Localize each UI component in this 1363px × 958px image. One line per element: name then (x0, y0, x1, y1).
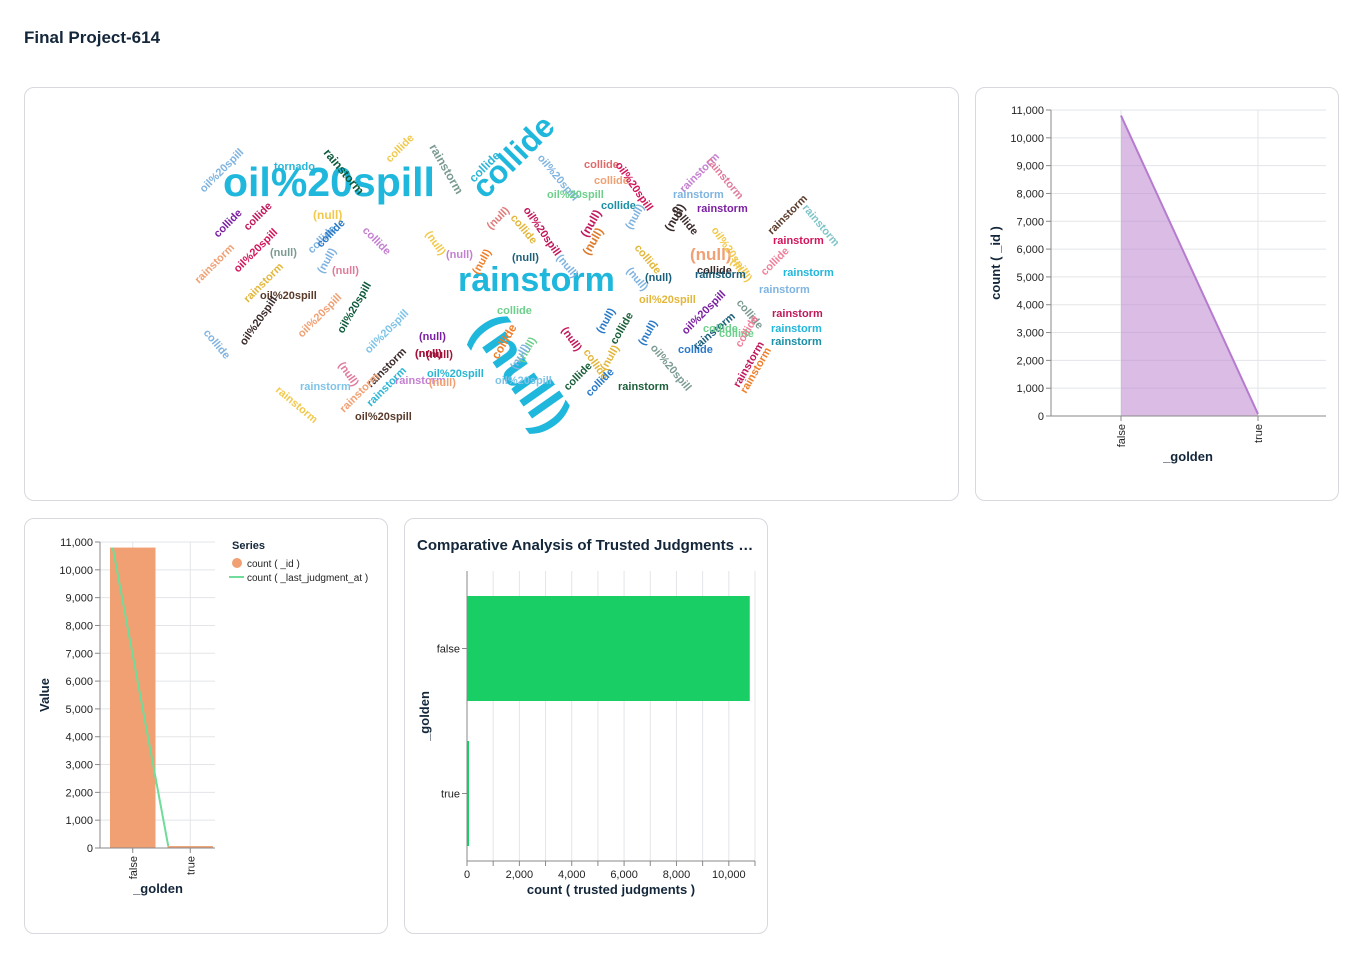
y-tick-label: 5,000 (1016, 272, 1044, 284)
y-tick-label: 7,000 (1016, 216, 1044, 228)
wordcloud-word: rainstorm (618, 381, 669, 393)
combo-chart-card[interactable]: 0 1,000 2,000 3,000 4,000 5,000 6,000 7,000 8,00… (24, 518, 388, 934)
y-tick-label: 8,000 (1016, 188, 1044, 200)
y-tick-label: 1,000 (1016, 383, 1044, 395)
wordcloud-word: rainstorm (695, 269, 746, 281)
wordcloud-word: (null) (559, 325, 584, 354)
y-tick-label: 2,000 (1016, 355, 1044, 367)
y-tick-label: 11,000 (1011, 105, 1044, 117)
wordcloud-word: rainstorm (766, 193, 811, 238)
wordcloud-word: oil%20spill (495, 375, 552, 387)
y-tick-label: 7,000 (65, 648, 93, 660)
y-tick-label: 6,000 (65, 676, 93, 688)
wordcloud-word: tornado (274, 161, 315, 173)
wordcloud-word: rainstorm (673, 189, 724, 201)
legend-title: Series (232, 540, 265, 552)
x-tick-label: 2,000 (506, 869, 534, 881)
y-tick-label: 11,000 (60, 537, 93, 549)
wordcloud-word: collide (201, 327, 233, 361)
legend-label: count ( _id ) (247, 559, 300, 570)
x-axis-label: _golden (1162, 449, 1213, 464)
legend-label: count ( _last_judgment_at ) (247, 573, 368, 584)
x-tick-label: 0 (464, 869, 470, 881)
wordcloud-word: (null) (270, 247, 297, 259)
y-tick-label: 9,000 (1016, 161, 1044, 173)
y-tick-label: 1,000 (65, 815, 93, 827)
y-tick-label: 4,000 (1016, 300, 1044, 312)
wordcloud-word: rainstorm (773, 235, 824, 247)
wordcloud-word: (null) (332, 265, 359, 277)
y-tick-label: 8,000 (65, 620, 93, 632)
wordcloud-word: (null) (446, 249, 473, 261)
wordcloud-word: oil%20spill (547, 189, 604, 201)
wordcloud-word: collide (212, 207, 245, 240)
wordcloud-word: (null) (512, 252, 539, 264)
wordcloud-word: rainstorm (759, 284, 810, 296)
wordcloud-word: collide (601, 200, 636, 212)
y-tick-label: 6,000 (1016, 244, 1044, 256)
page-title: Final Project-614 (24, 28, 161, 47)
legend-swatch-bar (232, 558, 242, 568)
y-tick-label: 3,000 (65, 760, 93, 772)
wordcloud-word: (null) (598, 343, 622, 373)
wordcloud-word: oil%20spill (238, 294, 280, 347)
y-tick-label: 0 (1038, 411, 1044, 423)
y-axis-label: Value (37, 678, 52, 712)
wordcloud-word: rainstorm (783, 267, 834, 279)
wordcloud-word: (null) (423, 229, 448, 258)
y-tick-label: 0 (87, 843, 93, 855)
wordcloud-word: collide (360, 225, 393, 258)
wordcloud-word: rainstorm (300, 381, 351, 393)
y-tick-label: 5,000 (65, 704, 93, 716)
area-chart-card[interactable]: 0 1,000 2,000 3,000 4,000 5,000 6,000 7,000 8,00… (975, 87, 1339, 501)
wordcloud-word: rainstorm (697, 203, 748, 215)
wordcloud-word: rainstorm (772, 308, 823, 320)
wordcloud-word: oil%20spill (355, 411, 412, 423)
wordcloud-word: rainstorm (193, 242, 238, 287)
wordcloud-word: collide (497, 305, 532, 317)
x-tick-label: 6,000 (610, 869, 638, 881)
x-tick-label: true (185, 856, 197, 875)
wordcloud-word: (null) (419, 331, 446, 343)
wordcloud-word: oil%20spill (363, 307, 412, 356)
wordcloud-word: (null) (429, 377, 456, 389)
area-chart: 0 1,000 2,000 3,000 4,000 5,000 6,000 7,000 8,00… (988, 105, 1326, 464)
combo-chart: 0 1,000 2,000 3,000 4,000 5,000 6,000 7,000 8,00… (37, 537, 368, 896)
x-tick-label: false (128, 856, 140, 879)
wordcloud-word: oil%20spill (639, 294, 696, 306)
y-tick-label: true (441, 789, 460, 801)
x-axis-label: _golden (132, 881, 183, 896)
wordcloud: oil%20spill(null)rainstormcollide(null)t… (193, 108, 842, 443)
x-tick-label: false (1116, 424, 1128, 447)
bar (467, 596, 750, 701)
wordcloud-word: (null) (426, 349, 453, 361)
wordcloud-word: oil%20spill (335, 280, 374, 335)
y-tick-label: false (437, 644, 460, 656)
wordcloud-word: collide (703, 323, 738, 335)
y-tick-label: 2,000 (65, 787, 93, 799)
wordcloud-word: rainstorm (771, 323, 822, 335)
y-tick-label: 9,000 (65, 593, 93, 605)
wordcloud-card[interactable]: oil%20spill (null) rainstorm collide (null) t… (24, 87, 959, 501)
y-tick-label: 4,000 (65, 732, 93, 744)
x-axis-label: count ( trusted judgments ) (527, 882, 695, 897)
horizontal-bar-chart: 0 2,000 4,000 6,000 8,000 10,000 false true coun… (417, 571, 756, 897)
x-tick-label: 8,000 (663, 869, 691, 881)
y-axis-label: _golden (417, 691, 432, 742)
x-tick-label: 4,000 (558, 869, 586, 881)
y-axis-label: count ( _id ) (988, 226, 1003, 300)
wordcloud-word: (null) (645, 272, 672, 284)
y-tick-label: 3,000 (1016, 328, 1044, 340)
wordcloud-word: rainstorm (771, 336, 822, 348)
x-tick-label: true (1253, 424, 1265, 443)
x-tick-label: 10,000 (712, 869, 746, 881)
y-tick-label: 10,000 (59, 565, 93, 577)
wordcloud-word: oil%20spill (223, 159, 435, 205)
hbar-chart-card[interactable]: Comparative Analysis of Trusted Judgment… (404, 518, 768, 934)
bar (110, 547, 156, 848)
y-tick-label: 10,000 (1010, 133, 1044, 145)
